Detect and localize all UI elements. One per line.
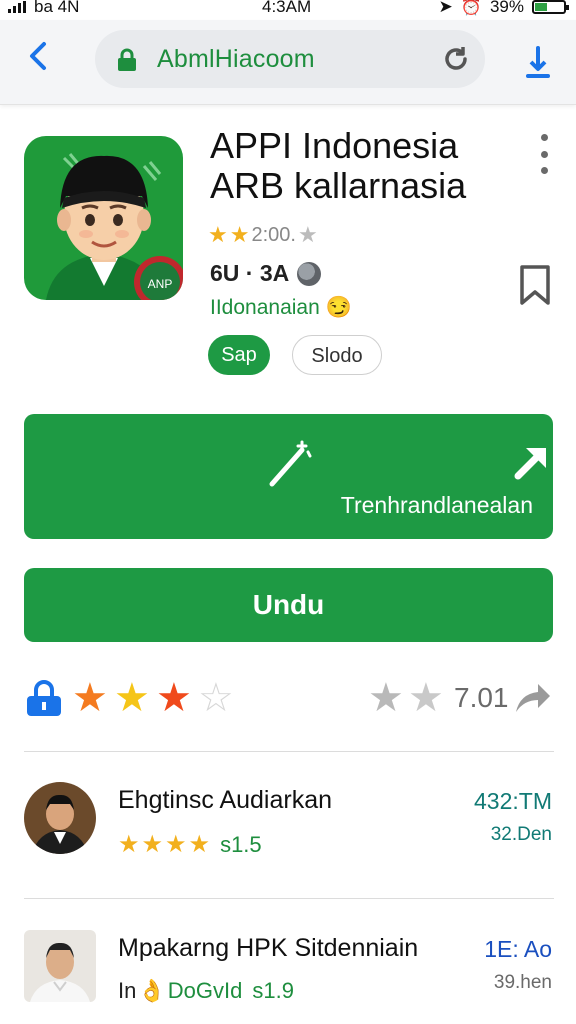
item-title: Mpakarng HPK Sitdenniain [118,934,419,962]
hand-icon: 👌 [138,978,166,1003]
back-button[interactable] [20,38,56,78]
star-icon[interactable]: ★ [156,676,192,720]
star-icon: ★ [208,222,228,247]
app-title-line1: APPI Indonesia [210,125,459,166]
location-icon: ➤ [438,0,453,16]
more-dot-icon [540,150,548,158]
signal-icon [8,1,26,13]
star-icon: ★ [141,831,164,858]
app-title-line2: ARB kallarnasia [210,165,467,206]
badge-text: ANP [148,277,173,291]
globe-icon [297,261,322,286]
status-right: ➤ ⏰ 39% [438,0,569,17]
download-button[interactable]: Undu [24,568,553,642]
url-text: AbmlHiacoom [157,45,315,73]
battery-icon [532,0,569,14]
star-icon[interactable]: ★ [114,676,150,720]
star-icon: ★ [118,831,140,858]
lock-icon [118,48,136,71]
star-icon: ★ [229,222,250,247]
list-item[interactable]: Ehgtinsc Audiarkan ★ ★ ★ ★ s1.5 432:TM 3… [24,782,554,862]
category-label: IIdonanaian [210,296,320,319]
item-rating: ★ ★ ★ ★ s1.5 [118,830,262,859]
reload-icon[interactable] [441,44,471,74]
list-item[interactable]: Mpakarng HPK Sitdenniain In 👌 DoGvId s1.… [24,930,554,1010]
arrow-forward-icon [514,448,546,480]
translate-label: Trenhrandlanealan [340,492,533,518]
rating-bar: ★ ★ ★ ☆ ★ ★ 7.01 [24,676,554,720]
rating-value: 2:00. [251,223,296,246]
alarm-icon: ⏰ [460,0,482,16]
app-meta: 6U · 3A [210,260,322,287]
star-icon[interactable]: ★ [72,676,108,720]
download-icon[interactable] [522,42,554,82]
item-price: 32.Den [490,824,552,845]
wand-icon [269,440,312,487]
app-title: APPI Indonesia ARB kallarnasia [210,126,466,206]
item-rating-value: s1.9 [252,978,294,1003]
carrier-label: ba 4N [34,0,80,16]
more-options-button[interactable] [532,134,556,174]
avatar [24,782,96,854]
divider [24,898,554,899]
bookmark-icon[interactable] [518,264,552,306]
chevron-left-icon [30,42,46,70]
emoji-icon: 😏 [325,296,352,319]
status-bar: ba 4N 4:3AM ➤ ⏰ 39% [0,0,576,20]
more-dot-icon [540,167,548,174]
star-empty-icon[interactable]: ★ [368,676,404,720]
item-label: DoGvId [167,978,243,1003]
star-icon: ★ [165,831,187,858]
more-dot-icon [540,134,548,141]
star-empty-icon[interactable]: ★ [408,676,444,720]
address-bar[interactable]: AbmlHiacoom [95,30,485,88]
item-time: 1E: Ao [484,936,552,962]
item-rating: In 👌 DoGvId s1.9 [118,978,294,1004]
share-icon[interactable] [512,680,552,716]
item-title: Ehgtinsc Audiarkan [118,786,333,814]
app-avatar-illustration: ANP [46,153,183,300]
padlock-icon [27,680,61,716]
browser-toolbar: AbmlHiacoom [0,20,576,105]
status-left: ba 4N [8,0,79,17]
divider [24,751,554,752]
avatar [24,930,96,1002]
app-category[interactable]: IIdonanaian 😏 [210,296,352,320]
app-icon: ANP [24,136,183,300]
item-price: 39.hen [493,972,552,993]
translate-button[interactable]: Trenhrandlanealan [24,414,553,539]
status-time: 4:3AM [262,0,312,16]
item-prefix: In [118,978,137,1003]
meta-text: 6U · 3A [210,260,290,286]
rating-score: 7.01 [454,682,509,713]
item-rating-value: s1.5 [220,831,262,857]
star-empty-icon: ★ [297,222,318,247]
tag-chip-primary[interactable]: Sap [208,335,270,375]
tag-chip-secondary[interactable]: Slodo [292,335,382,375]
battery-percent: 39% [489,0,524,16]
item-time: 432:TM [474,788,552,814]
app-rating: ★ ★ 2:00. ★ [208,222,318,248]
star-empty-icon[interactable]: ☆ [198,676,234,720]
star-icon: ★ [188,831,211,858]
